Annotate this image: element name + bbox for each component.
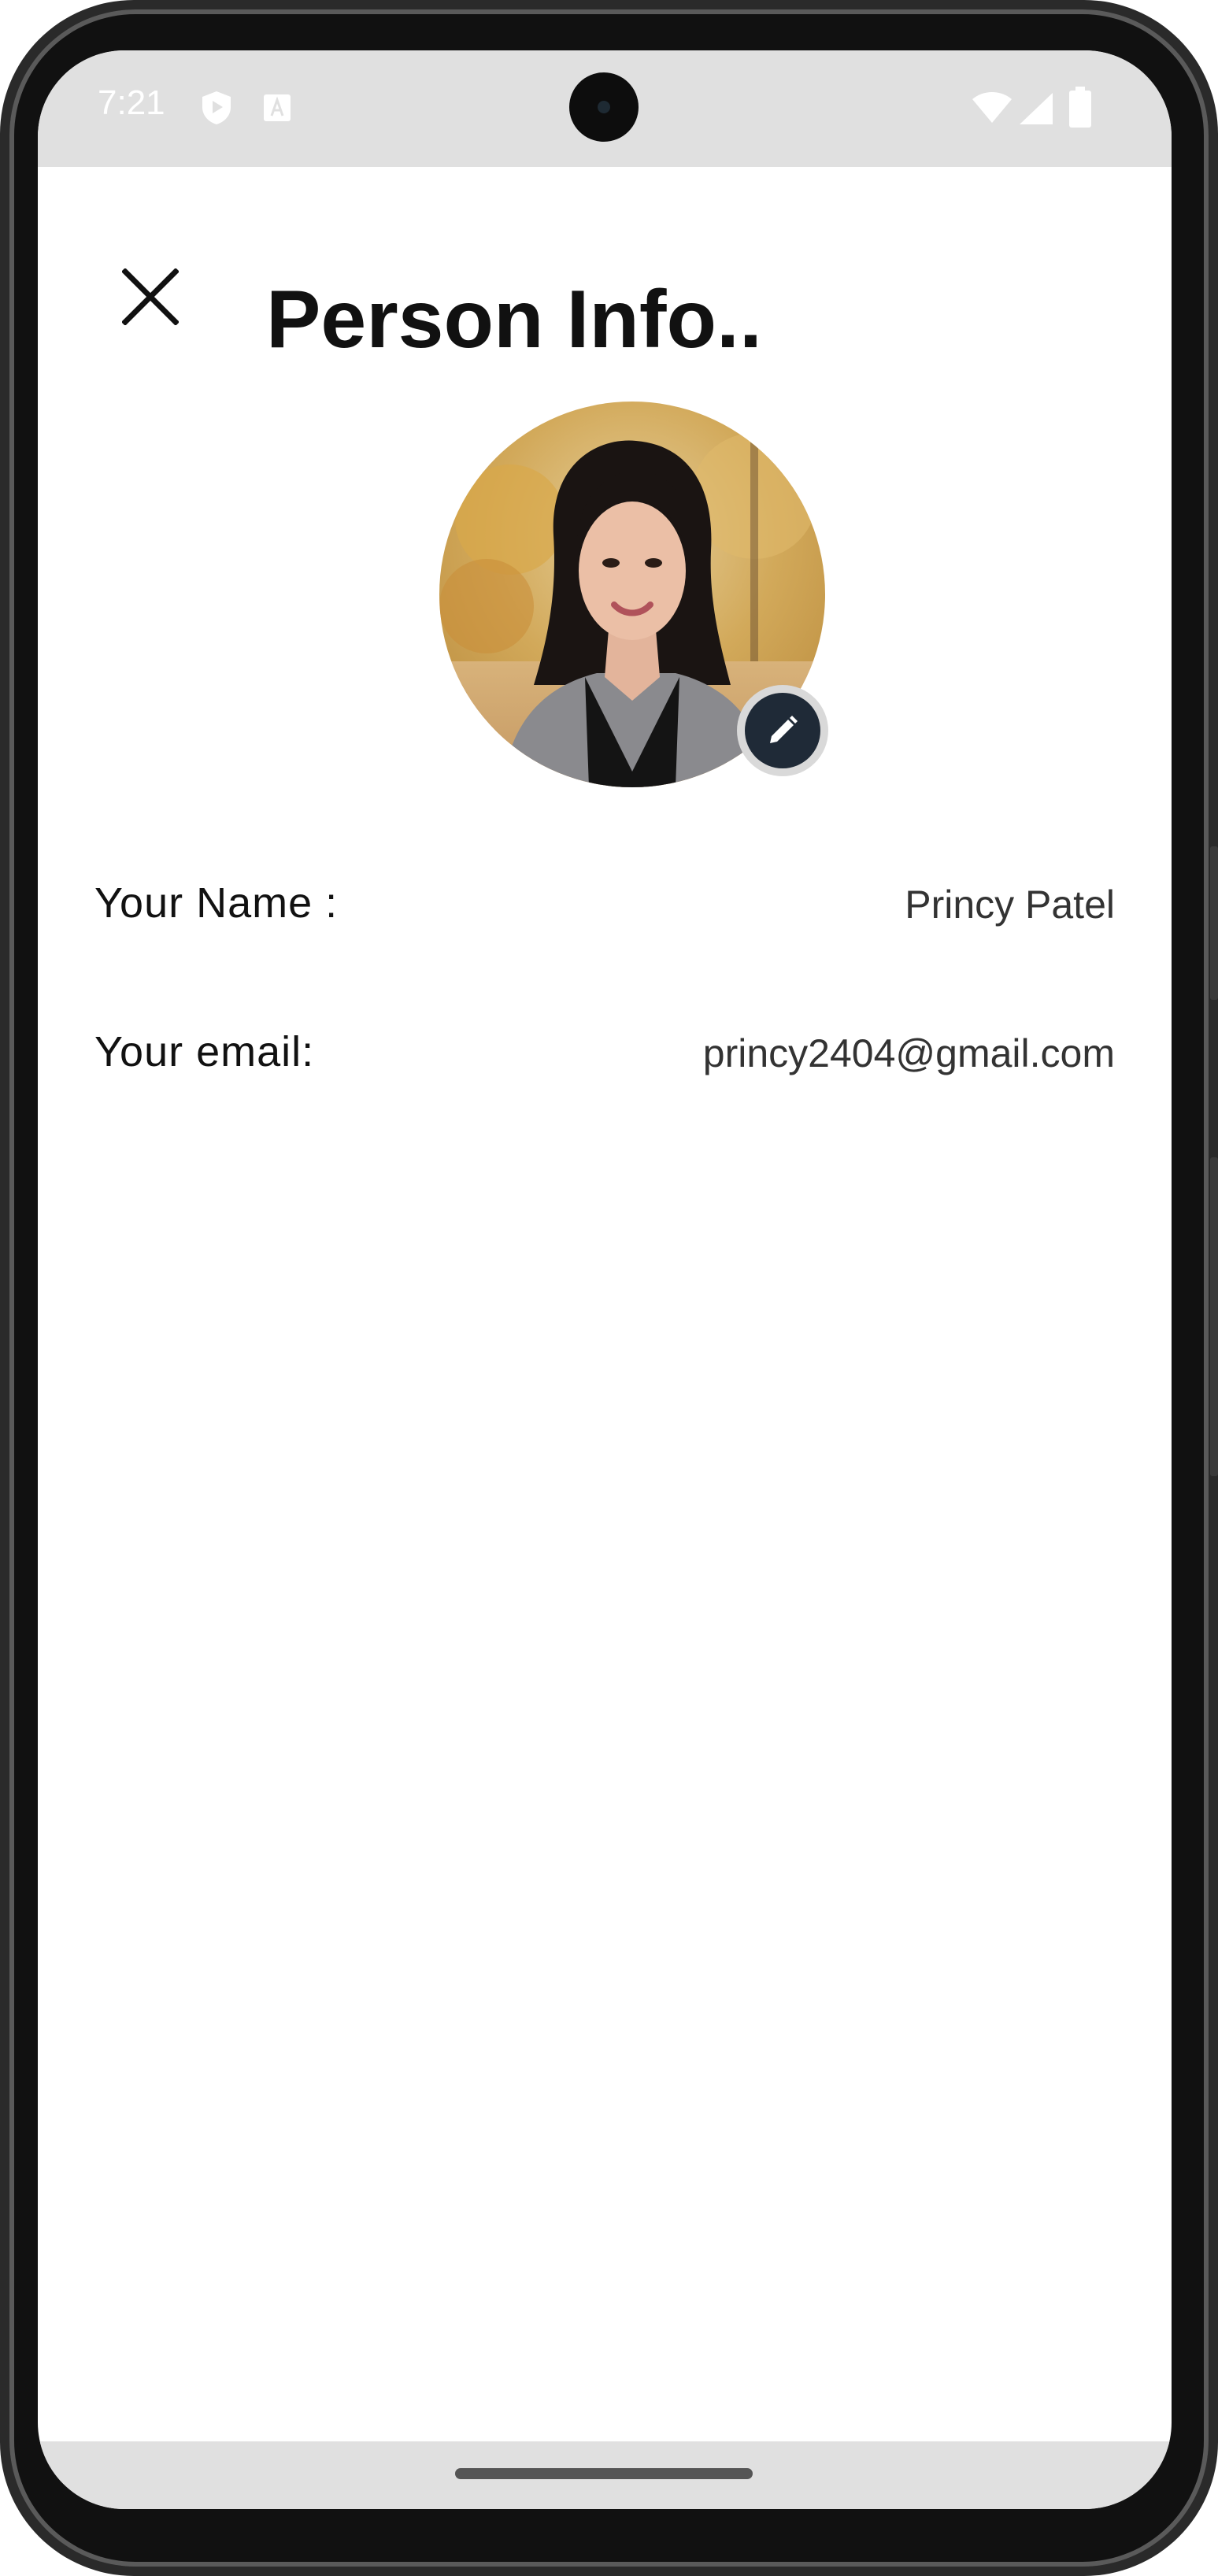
name-value: Princy Patel [905,883,1115,927]
wifi-icon [971,91,1013,128]
battery-icon [1069,87,1091,131]
edit-photo-button[interactable] [737,685,828,776]
profile-photo-container [439,402,828,787]
volume-button [1210,1157,1218,1476]
screen: 7:21 Person Info.. Your Name: Princy Pa… [38,50,1172,2509]
front-camera [569,72,639,142]
page-title: Person Info.. [266,274,762,365]
close-button[interactable] [107,254,194,340]
shield-play-icon [199,90,234,130]
phone-frame: 7:21 Person Info.. Your Name: Princy Pa… [0,0,1218,2576]
status-bar: 7:21 [38,50,1172,167]
home-gesture-handle[interactable] [455,2468,753,2479]
close-icon [122,268,179,325]
email-label: Your email: [94,1028,315,1075]
signal-icon [1018,91,1054,130]
edit-photo-button-inner [745,693,820,768]
power-button [1210,846,1218,1000]
pencil-icon [770,716,798,743]
name-label: Your Name : [94,879,339,927]
email-value: princy2404@gmail.com [702,1031,1115,1075]
font-a-icon [262,93,292,127]
navigation-bar [38,2441,1172,2509]
status-time: 7:21 [98,83,165,122]
